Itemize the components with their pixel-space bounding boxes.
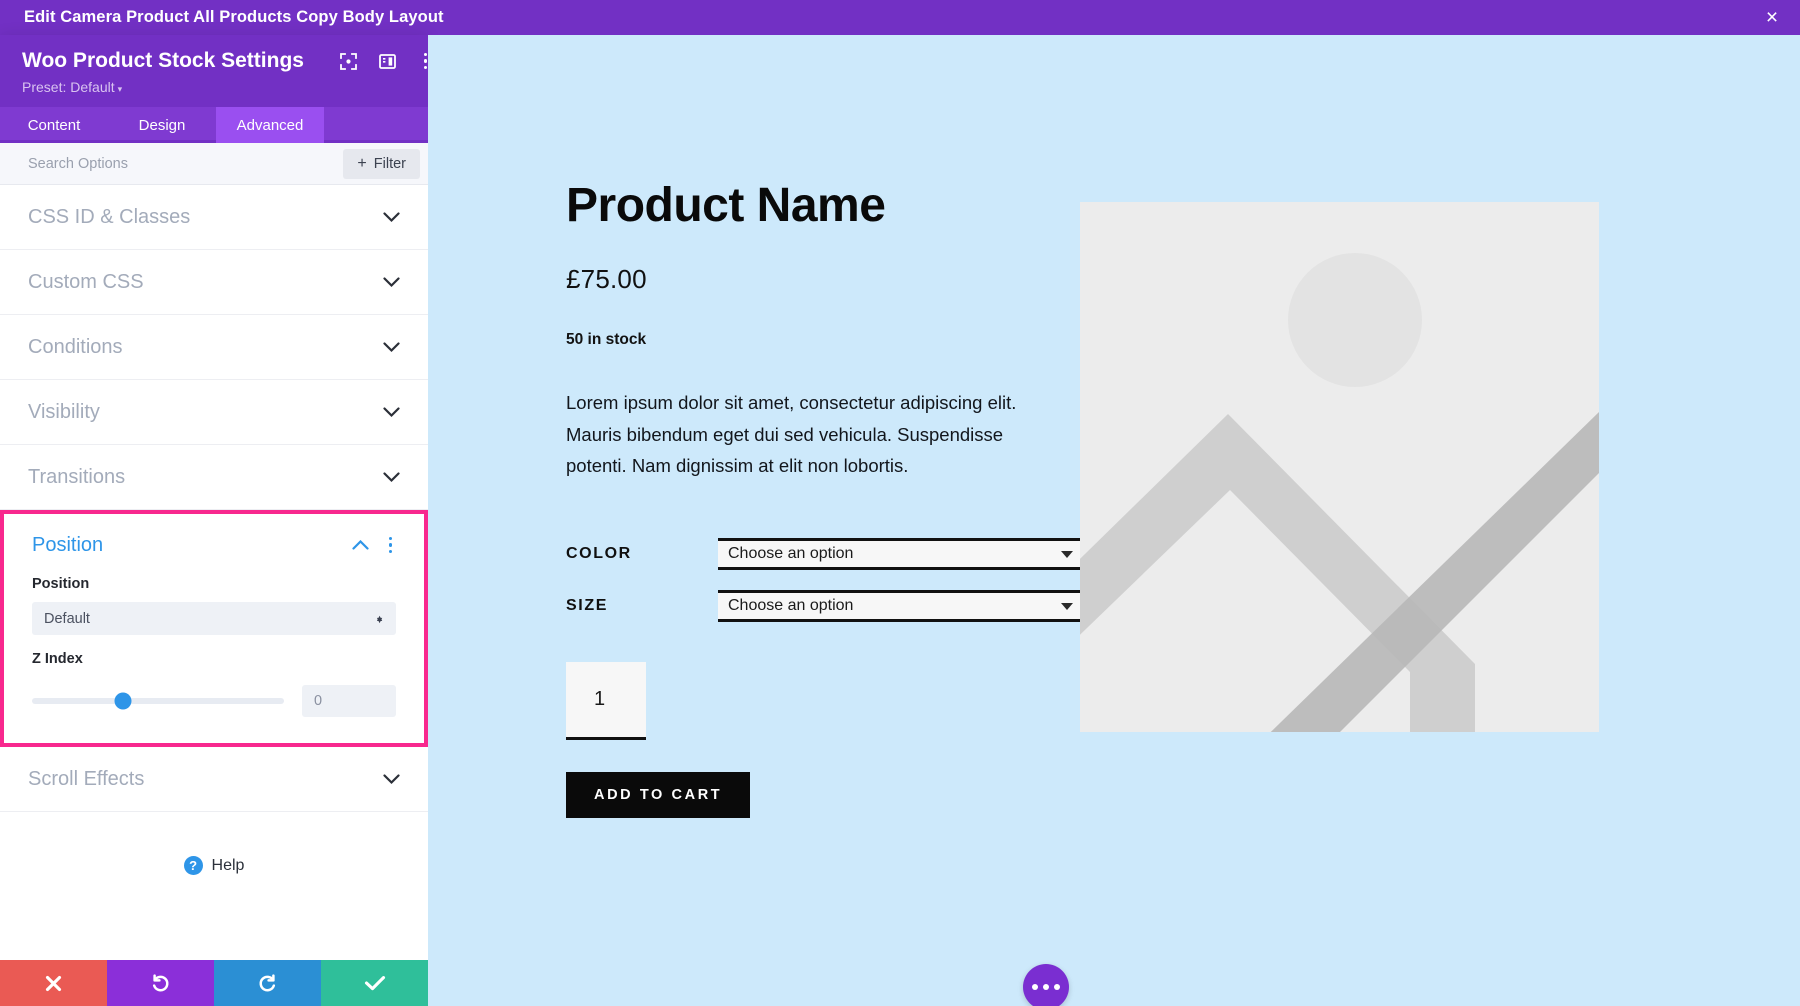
panel-sections: CSS ID & Classes Custom CSS Conditions V… [0, 185, 428, 960]
zindex-input[interactable]: 0 [302, 685, 396, 717]
position-select[interactable]: Default ▲ ▼ [32, 602, 396, 635]
split-view-icon[interactable] [379, 53, 396, 70]
panel-header: Woo Product Stock Settings Preset: Defau… [0, 35, 428, 107]
save-button[interactable] [321, 960, 428, 1006]
help-label: Help [211, 856, 245, 874]
tab-content[interactable]: Content [0, 107, 108, 143]
section-label: Visibility [28, 400, 100, 423]
attribute-row: COLOR Choose an option [566, 528, 1096, 580]
cancel-button[interactable] [0, 960, 107, 1006]
zindex-field: Z Index [4, 651, 424, 685]
section-label: Conditions [28, 335, 123, 358]
section-position: Position Position Default ▲ ▼ Z Index 0 [0, 510, 428, 747]
dot-icon [1032, 984, 1038, 990]
chevron-down-icon [1061, 550, 1073, 558]
section-css-id-classes[interactable]: CSS ID & Classes [0, 185, 428, 250]
attribute-label-size: SIZE [566, 597, 608, 615]
tab-advanced[interactable]: Advanced [216, 107, 324, 143]
zindex-slider-thumb[interactable] [114, 692, 132, 710]
help-link[interactable]: ? Help [0, 812, 428, 875]
section-custom-css[interactable]: Custom CSS [0, 250, 428, 315]
dot-icon [1043, 984, 1049, 990]
preset-label: Preset: Default [22, 79, 115, 95]
position-field: Position Default ▲ ▼ [4, 576, 424, 651]
section-conditions[interactable]: Conditions [0, 315, 428, 380]
position-select-value: Default [44, 610, 90, 627]
redo-button[interactable] [214, 960, 321, 1006]
page-title: Edit Camera Product All Products Copy Bo… [24, 8, 444, 26]
focus-target-icon[interactable] [340, 52, 357, 70]
product-stock-status: 50 in stock [566, 330, 647, 348]
zindex-field-label: Z Index [32, 651, 83, 667]
tab-design[interactable]: Design [108, 107, 216, 143]
product-preview: Product Name £75.00 50 in stock Lorem ip… [428, 35, 1800, 1006]
chevron-down-icon [383, 211, 400, 223]
panel-action-bar [0, 960, 428, 1006]
quantity-value: 1 [594, 688, 606, 711]
product-attributes: COLOR Choose an option SIZE Choose an op… [566, 528, 1096, 632]
add-to-cart-button[interactable]: ADD TO CART [566, 772, 751, 819]
section-visibility[interactable]: Visibility [0, 380, 428, 445]
close-icon[interactable]: × [1744, 0, 1800, 35]
filter-button-label: Filter [373, 155, 406, 172]
attribute-row: SIZE Choose an option [566, 580, 1096, 632]
search-row: + Filter [0, 143, 428, 185]
chevron-down-icon [1061, 602, 1073, 610]
chevron-down-icon [383, 406, 400, 418]
section-transitions[interactable]: Transitions [0, 445, 428, 510]
product-details: Product Name £75.00 50 in stock Lorem ip… [566, 179, 1096, 819]
chevron-down-icon: ▾ [117, 84, 123, 94]
chevron-down-icon [383, 773, 400, 785]
panel-title: Woo Product Stock Settings [22, 49, 304, 72]
zindex-input-value: 0 [314, 693, 323, 709]
product-image-placeholder [1080, 202, 1599, 732]
zindex-slider-row: 0 [4, 685, 424, 743]
color-select[interactable]: Choose an option [718, 538, 1083, 571]
product-name: Product Name [566, 179, 886, 232]
position-field-label: Position [32, 576, 90, 592]
help-icon: ? [183, 856, 203, 875]
divi-builder-screen: Edit Camera Product All Products Copy Bo… [0, 0, 1800, 1006]
undo-button[interactable] [107, 960, 214, 1006]
top-bar: Edit Camera Product All Products Copy Bo… [0, 0, 1800, 35]
search-input[interactable] [28, 155, 344, 172]
settings-panel: Woo Product Stock Settings Preset: Defau… [0, 35, 428, 1006]
product-description: Lorem ipsum dolor sit amet, consectetur … [566, 391, 1017, 477]
plus-icon: + [357, 154, 367, 172]
attribute-label-color: COLOR [566, 545, 632, 563]
section-position-header[interactable]: Position [4, 514, 424, 576]
filter-button[interactable]: + Filter [343, 148, 420, 179]
preset-selector[interactable]: Preset: Default ▾ [22, 79, 406, 95]
dot-icon [1054, 984, 1060, 990]
section-label: CSS ID & Classes [28, 205, 191, 228]
section-position-label: Position [32, 533, 104, 556]
section-scroll-effects[interactable]: Scroll Effects [0, 747, 428, 812]
more-actions-fab[interactable] [1023, 964, 1069, 1006]
size-select[interactable]: Choose an option [718, 590, 1083, 623]
chevron-up-icon[interactable] [351, 539, 369, 551]
chevron-down-icon [383, 276, 400, 288]
spinner-icon: ▲ ▼ [375, 612, 384, 625]
product-price: £75.00 [566, 263, 647, 294]
quantity-input[interactable]: 1 [566, 662, 646, 741]
zindex-slider[interactable] [32, 692, 284, 710]
section-label: Scroll Effects [28, 767, 145, 790]
panel-tabs: Content Design Advanced [0, 107, 428, 143]
chevron-down-icon [383, 341, 400, 353]
chevron-down-icon [383, 471, 400, 483]
section-label: Transitions [28, 465, 126, 488]
size-select-value: Choose an option [728, 597, 854, 615]
color-select-value: Choose an option [728, 545, 854, 563]
section-position-more-icon[interactable] [385, 535, 397, 556]
section-label: Custom CSS [28, 270, 144, 293]
